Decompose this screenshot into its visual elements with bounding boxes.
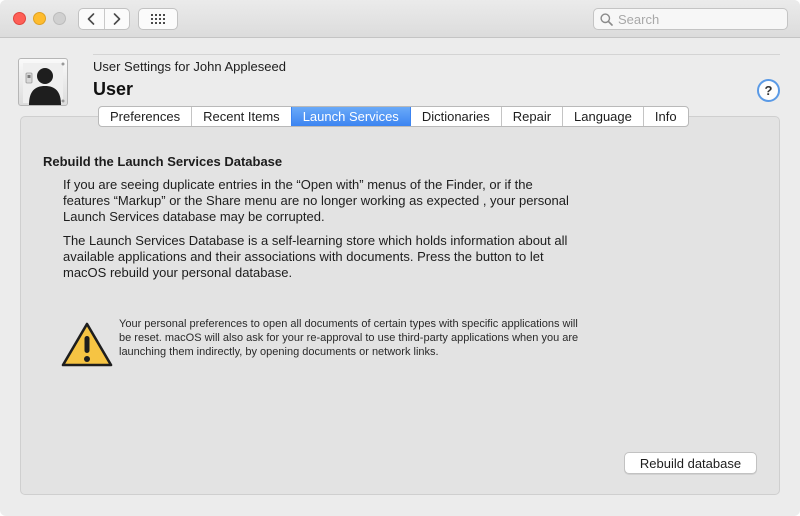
content-panel	[20, 116, 780, 495]
tab-language[interactable]: Language	[562, 107, 643, 126]
warning-message: Your personal preferences to open all do…	[119, 318, 579, 358]
zoom-button[interactable]	[53, 12, 66, 25]
tab-dictionaries[interactable]: Dictionaries	[409, 107, 501, 126]
show-all-button[interactable]	[138, 8, 178, 30]
preferences-window: User Settings for John Appleseed User ? …	[0, 0, 800, 516]
tab-recent-items[interactable]: Recent Items	[191, 107, 291, 126]
avatar	[18, 58, 68, 106]
header-divider	[93, 54, 780, 55]
description-paragraph-1: If you are seeing duplicate entries in t…	[63, 177, 569, 224]
close-button[interactable]	[13, 12, 26, 25]
section-title: Rebuild the Launch Services Database	[43, 154, 283, 169]
chevron-right-icon	[113, 13, 121, 25]
navigation-group	[78, 8, 130, 30]
back-button[interactable]	[79, 9, 104, 29]
search-input[interactable]	[618, 11, 778, 27]
tab-info[interactable]: Info	[642, 107, 688, 126]
tab-repair[interactable]: Repair	[500, 107, 562, 126]
minimize-button[interactable]	[33, 12, 46, 25]
rebuild-database-button[interactable]: Rebuild database	[624, 452, 757, 474]
page-subtitle: User Settings for John Appleseed	[93, 59, 286, 74]
search-field[interactable]	[593, 8, 788, 30]
tab-launch-services[interactable]: Launch Services	[290, 107, 410, 126]
description-paragraph-2: The Launch Services Database is a self-l…	[63, 233, 568, 280]
chevron-left-icon	[87, 13, 95, 25]
warning-triangle-icon	[61, 322, 113, 367]
user-silhouette-icon	[23, 62, 65, 105]
tab-bar: Preferences Recent Items Launch Services…	[98, 106, 689, 127]
page-title: User	[93, 79, 134, 99]
grid-icon	[151, 14, 165, 24]
magnifier-icon	[600, 12, 613, 26]
forward-button[interactable]	[103, 9, 130, 29]
title-bar	[0, 0, 800, 38]
tab-preferences[interactable]: Preferences	[99, 107, 191, 126]
help-button[interactable]: ?	[757, 79, 780, 102]
